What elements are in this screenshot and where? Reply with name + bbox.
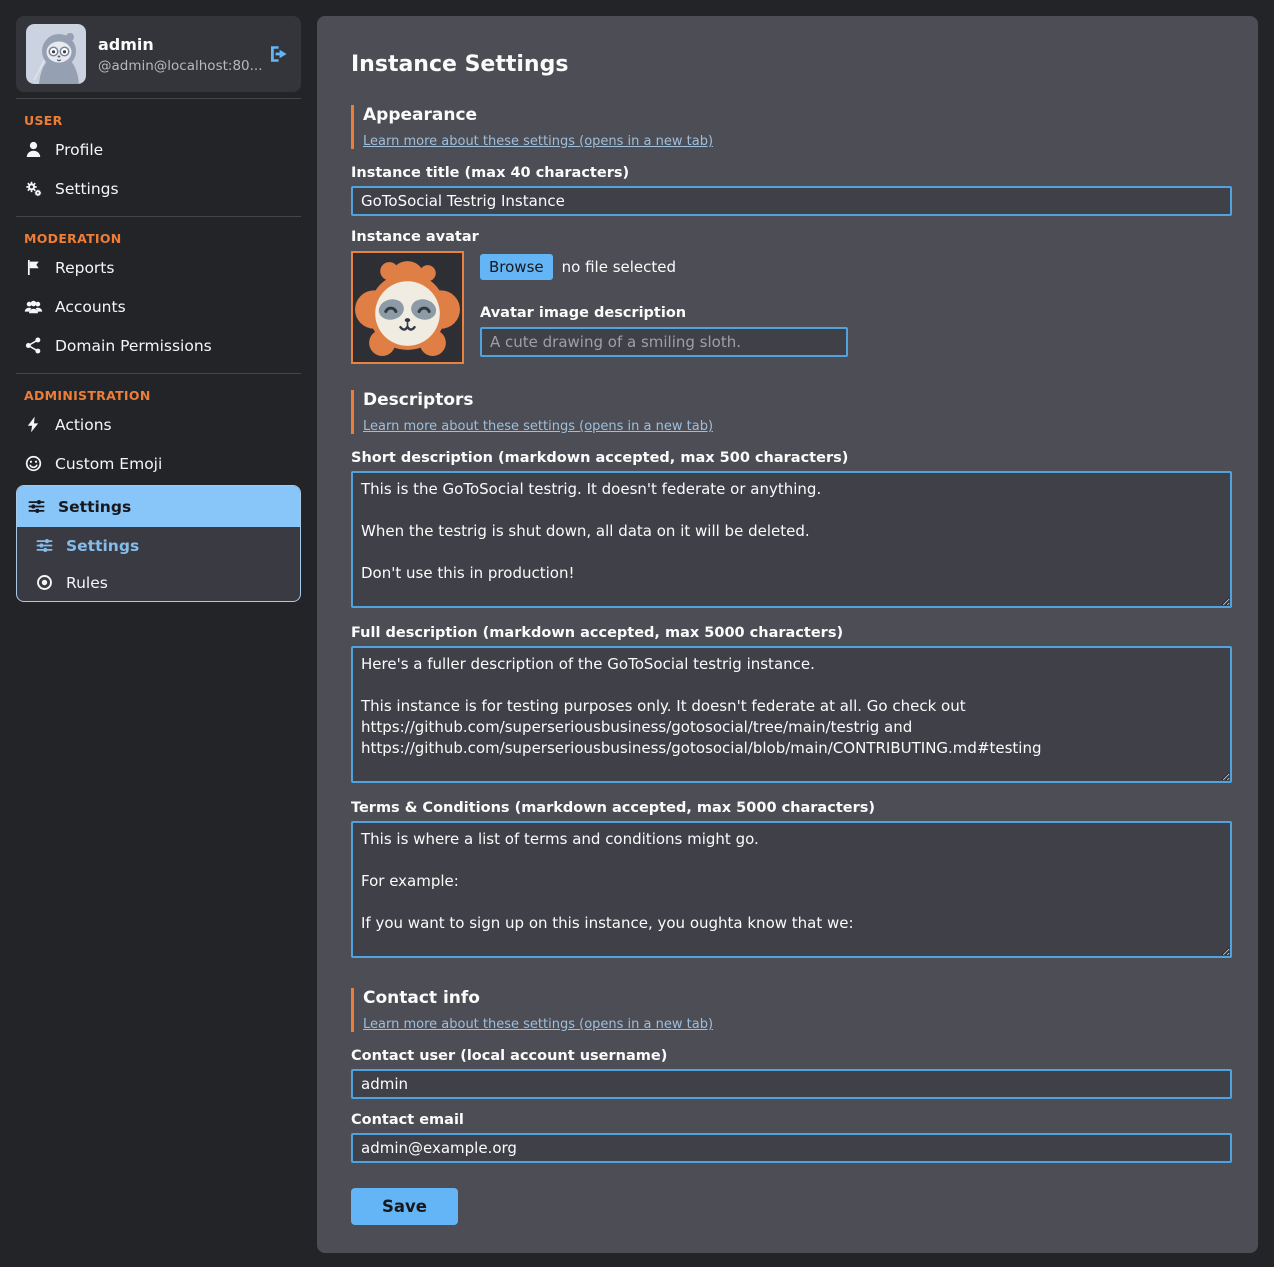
- avatar-upload-controls: Browse no file selected Avatar image des…: [480, 251, 848, 364]
- user-handle: @admin@localhost:80...: [98, 58, 255, 74]
- user-card[interactable]: admin @admin@localhost:80...: [16, 16, 301, 92]
- sidebar-item-domain-permissions[interactable]: Domain Permissions: [16, 326, 301, 365]
- instance-title-label: Instance title (max 40 characters): [351, 165, 1232, 181]
- instance-avatar-label: Instance avatar: [351, 229, 1232, 245]
- contact-heading: Contact info: [363, 988, 1232, 1008]
- save-button[interactable]: Save: [351, 1188, 458, 1225]
- short-description-field-group: Short description (markdown accepted, ma…: [351, 450, 1232, 612]
- avatar-description-label: Avatar image description: [480, 305, 848, 321]
- page-title: Instance Settings: [351, 52, 1232, 77]
- sidebar-section-user: USER Profile: [16, 98, 301, 216]
- sidebar-item-label: Accounts: [55, 298, 126, 316]
- settings-submenu: Settings Rules: [17, 527, 300, 601]
- sliders-icon: [27, 497, 46, 516]
- section-label-moderation: MODERATION: [16, 223, 301, 248]
- sidebar-item-profile[interactable]: Profile: [16, 130, 301, 169]
- contact-user-field-group: Contact user (local account username): [351, 1048, 1232, 1099]
- descriptors-section-header: Descriptors Learn more about these setti…: [351, 390, 1232, 434]
- section-label-user: USER: [16, 105, 301, 130]
- short-description-label: Short description (markdown accepted, ma…: [351, 450, 1232, 466]
- dot-circle-icon: [35, 573, 54, 592]
- sidebar-item-label: Domain Permissions: [55, 337, 212, 355]
- browse-button[interactable]: Browse: [480, 254, 553, 280]
- contact-learn-more-link[interactable]: Learn more about these settings (opens i…: [363, 1017, 713, 1032]
- appearance-section-header: Appearance Learn more about these settin…: [351, 105, 1232, 149]
- user-card-text: admin @admin@localhost:80...: [98, 35, 255, 74]
- user-display-name: admin: [98, 35, 255, 54]
- submenu-item-rules[interactable]: Rules: [17, 564, 300, 601]
- full-description-label: Full description (markdown accepted, max…: [351, 625, 1232, 641]
- gears-icon: [24, 179, 43, 198]
- bolt-icon: [24, 415, 43, 434]
- smiley-icon: [24, 454, 43, 473]
- submenu-item-settings[interactable]: Settings: [17, 527, 300, 564]
- sign-out-icon[interactable]: [267, 42, 291, 66]
- sidebar-item-admin-settings[interactable]: Settings: [17, 486, 300, 527]
- sidebar-item-label: Reports: [55, 259, 114, 277]
- instance-avatar-image: [351, 251, 464, 364]
- submenu-item-label: Settings: [66, 537, 139, 555]
- user-icon: [24, 140, 43, 159]
- sidebar-section-moderation: MODERATION Reports: [16, 216, 301, 373]
- sidebar-item-actions[interactable]: Actions: [16, 405, 301, 444]
- sliders-icon: [35, 536, 54, 555]
- avatar-description-group: Avatar image description: [480, 305, 848, 357]
- contact-email-label: Contact email: [351, 1112, 1232, 1128]
- full-description-field-group: Full description (markdown accepted, max…: [351, 625, 1232, 787]
- sidebar-section-administration: ADMINISTRATION Actions: [16, 373, 301, 610]
- contact-email-input[interactable]: [351, 1133, 1232, 1163]
- instance-title-input[interactable]: [351, 186, 1232, 216]
- user-avatar: [26, 24, 86, 84]
- appearance-learn-more-link[interactable]: Learn more about these settings (opens i…: [363, 134, 713, 149]
- full-description-textarea[interactable]: Here's a fuller description of the GoToS…: [351, 646, 1232, 783]
- sidebar-item-label: Profile: [55, 141, 103, 159]
- instance-avatar-field-group: Instance avatar: [351, 229, 1232, 364]
- sidebar-item-label: Settings: [58, 498, 131, 516]
- section-label-administration: ADMINISTRATION: [16, 380, 301, 405]
- instance-title-field-group: Instance title (max 40 characters): [351, 165, 1232, 216]
- main-panel: Instance Settings Appearance Learn more …: [317, 16, 1258, 1253]
- contact-section-header: Contact info Learn more about these sett…: [351, 988, 1232, 1032]
- descriptors-learn-more-link[interactable]: Learn more about these settings (opens i…: [363, 419, 713, 434]
- app-layout: admin @admin@localhost:80... USER: [0, 0, 1274, 1267]
- descriptors-heading: Descriptors: [363, 390, 1232, 410]
- terms-label: Terms & Conditions (markdown accepted, m…: [351, 800, 1232, 816]
- sidebar-item-reports[interactable]: Reports: [16, 248, 301, 287]
- terms-textarea[interactable]: This is where a list of terms and condit…: [351, 821, 1232, 958]
- users-icon: [24, 297, 43, 316]
- flag-icon: [24, 258, 43, 277]
- terms-field-group: Terms & Conditions (markdown accepted, m…: [351, 800, 1232, 962]
- contact-email-field-group: Contact email: [351, 1112, 1232, 1163]
- sidebar-item-custom-emoji[interactable]: Custom Emoji: [16, 444, 301, 483]
- sidebar-item-label: Settings: [55, 180, 119, 198]
- avatar-description-input[interactable]: [480, 327, 848, 357]
- share-nodes-icon: [24, 336, 43, 355]
- contact-user-label: Contact user (local account username): [351, 1048, 1232, 1064]
- sidebar-item-label: Custom Emoji: [55, 455, 162, 473]
- file-status-text: no file selected: [562, 258, 676, 276]
- sidebar-item-label: Actions: [55, 416, 112, 434]
- contact-user-input[interactable]: [351, 1069, 1232, 1099]
- submenu-item-label: Rules: [66, 574, 108, 592]
- settings-nav-group: Settings Settings: [16, 485, 301, 602]
- appearance-heading: Appearance: [363, 105, 1232, 125]
- sidebar-item-user-settings[interactable]: Settings: [16, 169, 301, 208]
- short-description-textarea[interactable]: This is the GoToSocial testrig. It doesn…: [351, 471, 1232, 608]
- sidebar: admin @admin@localhost:80... USER: [16, 16, 301, 610]
- sidebar-item-accounts[interactable]: Accounts: [16, 287, 301, 326]
